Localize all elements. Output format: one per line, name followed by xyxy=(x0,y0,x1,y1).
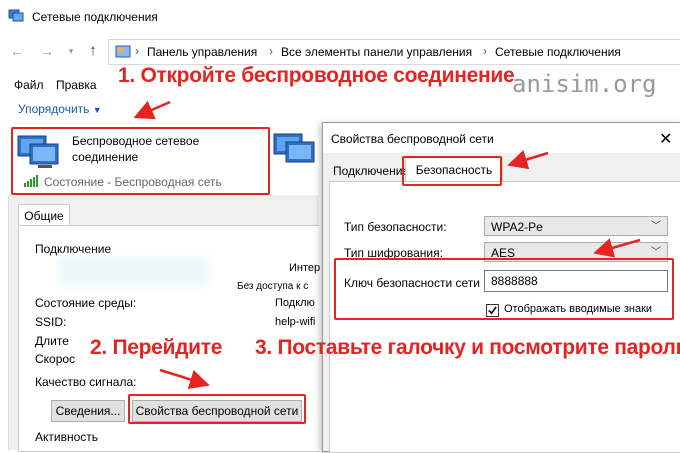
tab-connection[interactable]: Подключение xyxy=(329,159,409,181)
breadcrumb-separator-icon: › xyxy=(483,44,487,58)
step3-callout: 3. Поставьте галочку и посмотрите пароль xyxy=(255,336,680,359)
status-label-3: SSID: xyxy=(35,315,67,329)
section-connection-heading: Подключение xyxy=(35,242,112,256)
highlight-connection-box xyxy=(11,127,270,195)
watermark-text: anisim.org xyxy=(512,70,657,98)
status-label-2: Состояние среды: xyxy=(35,296,137,310)
security-type-label: Тип безопасности: xyxy=(344,220,447,234)
blurred-region xyxy=(59,256,209,286)
chevron-down-icon: ﹀ xyxy=(651,221,661,232)
status-value-1: Без доступа к с xyxy=(237,281,309,292)
step2-callout: 2. Перейдите xyxy=(90,336,223,359)
breadcrumb-all-items[interactable]: Все элементы панели управления xyxy=(281,45,472,59)
status-label-5: Скорос xyxy=(35,352,76,366)
window-titlebar: Сетевые подключения xyxy=(0,0,680,34)
forward-icon[interactable]: → xyxy=(38,42,56,60)
chevron-down-icon: ▼ xyxy=(92,105,102,115)
status-value-3: help-wifi xyxy=(275,316,316,328)
highlight-props-button-box xyxy=(128,394,306,424)
details-button[interactable]: Сведения... xyxy=(51,400,125,422)
breadcrumb-network-connections[interactable]: Сетевые подключения xyxy=(495,45,621,59)
status-value-0: Интер xyxy=(289,262,321,274)
up-arrow-icon[interactable]: ↑ xyxy=(84,42,102,60)
control-panel-icon xyxy=(115,45,131,58)
second-network-adapter-icon[interactable] xyxy=(272,130,316,170)
dialog-title: Свойства беспроводной сети xyxy=(331,132,494,146)
breadcrumb-separator-icon: › xyxy=(269,44,273,58)
security-type-select[interactable]: WPA2-Pe ﹀ xyxy=(484,216,668,236)
menu-file[interactable]: Файл xyxy=(14,78,44,92)
back-icon[interactable]: ← xyxy=(8,42,26,60)
network-connections-icon xyxy=(8,9,24,22)
organize-button[interactable]: Упорядочить ▼ xyxy=(18,102,102,116)
highlight-security-tab-box xyxy=(402,156,502,186)
step1-callout: 1. Откройте беспроводное соединение xyxy=(118,64,515,87)
breadcrumb-control-panel[interactable]: Панель управления xyxy=(147,45,257,59)
breadcrumb-separator-icon: › xyxy=(135,44,139,58)
signal-quality-label: Качество сигнала: xyxy=(35,375,137,389)
section-activity-heading: Активность xyxy=(35,430,99,444)
command-bar: Упорядочить ▼ xyxy=(0,96,680,122)
address-bar[interactable]: › Панель управления › Все элементы панел… xyxy=(108,39,680,65)
close-icon[interactable]: ✕ xyxy=(659,129,672,149)
window-title: Сетевые подключения xyxy=(32,10,158,24)
status-value-2: Подклю xyxy=(275,297,315,309)
recent-chevron-down-icon[interactable]: ▾ xyxy=(62,42,80,60)
tab-general[interactable]: Общие xyxy=(18,204,70,227)
status-label-4: Длите xyxy=(35,334,69,348)
highlight-key-box xyxy=(334,258,674,320)
menu-edit[interactable]: Правка xyxy=(56,78,97,92)
dialog-titlebar: Свойства беспроводной сети ✕ xyxy=(323,123,680,153)
